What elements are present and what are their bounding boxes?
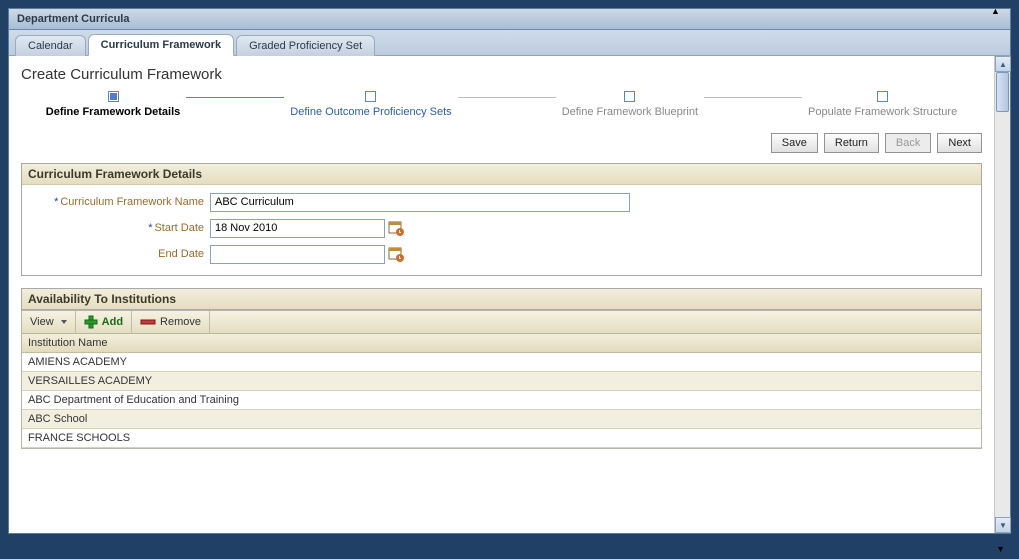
- wizard-connector: [186, 97, 284, 98]
- content-frame: Calendar Curriculum Framework Graded Pro…: [8, 30, 1011, 534]
- add-button[interactable]: Add: [76, 311, 132, 333]
- wizard-step-populate: Populate Framework Structure: [808, 91, 957, 118]
- back-button: Back: [885, 133, 931, 153]
- institutions-grid: Institution Name AMIENS ACADEMY VERSAILL…: [21, 334, 982, 449]
- remove-button[interactable]: Remove: [132, 311, 210, 333]
- wizard-box-icon: [108, 91, 119, 102]
- calendar-icon[interactable]: [387, 245, 405, 263]
- scroll-thumb[interactable]: [996, 72, 1009, 112]
- inner-content: Create Curriculum Framework Define Frame…: [9, 56, 994, 533]
- scroll-down-icon[interactable]: ▼: [995, 517, 1011, 533]
- table-row[interactable]: AMIENS ACADEMY: [22, 353, 981, 372]
- page-title: Create Curriculum Framework: [21, 66, 982, 83]
- wizard-connector: [704, 97, 802, 98]
- availability-panel: Availability To Institutions View Add Re…: [21, 288, 982, 449]
- wizard-box-icon: [877, 91, 888, 102]
- calendar-icon[interactable]: [387, 219, 405, 237]
- availability-panel-header: Availability To Institutions: [21, 288, 982, 310]
- tab-curriculum-framework[interactable]: Curriculum Framework: [88, 34, 234, 56]
- table-row[interactable]: VERSAILLES ACADEMY: [22, 372, 981, 391]
- window-title-bar: Department Curricula: [8, 8, 1011, 30]
- vertical-scrollbar[interactable]: ▲ ▼: [994, 56, 1010, 533]
- details-panel-header: Curriculum Framework Details: [22, 164, 981, 185]
- wizard: Define Framework Details Define Outcome …: [21, 91, 982, 125]
- tab-calendar[interactable]: Calendar: [15, 35, 86, 56]
- end-date-label: End Date: [30, 248, 210, 260]
- wizard-box-icon: [624, 91, 635, 102]
- table-row[interactable]: ABC School: [22, 410, 981, 429]
- details-panel: Curriculum Framework Details *Curriculum…: [21, 163, 982, 276]
- availability-toolbar: View Add Remove: [21, 310, 982, 334]
- tab-graded-proficiency-set[interactable]: Graded Proficiency Set: [236, 35, 375, 56]
- table-row[interactable]: FRANCE SCHOOLS: [22, 429, 981, 448]
- end-date-input[interactable]: [210, 245, 385, 264]
- framework-name-input[interactable]: [210, 193, 630, 212]
- scroll-up-icon[interactable]: ▲: [995, 56, 1011, 72]
- view-menu-button[interactable]: View: [22, 311, 76, 333]
- return-button[interactable]: Return: [824, 133, 879, 153]
- table-row[interactable]: ABC Department of Education and Training: [22, 391, 981, 410]
- save-button[interactable]: Save: [771, 133, 818, 153]
- grid-column-header[interactable]: Institution Name: [22, 334, 981, 353]
- start-date-input[interactable]: [210, 219, 385, 238]
- framework-name-label: *Curriculum Framework Name: [30, 196, 210, 208]
- action-button-row: Save Return Back Next: [21, 133, 982, 153]
- tab-strip: Calendar Curriculum Framework Graded Pro…: [9, 30, 1010, 56]
- wizard-step-details[interactable]: Define Framework Details: [46, 91, 181, 118]
- wizard-box-icon: [365, 91, 376, 102]
- collapse-up-icon[interactable]: [991, 6, 1005, 16]
- wizard-step-blueprint: Define Framework Blueprint: [562, 91, 698, 118]
- wizard-connector: [458, 97, 556, 98]
- window-title: Department Curricula: [17, 13, 129, 25]
- next-button[interactable]: Next: [937, 133, 982, 153]
- start-date-label: *Start Date: [30, 222, 210, 234]
- wizard-step-outcome-sets[interactable]: Define Outcome Proficiency Sets: [290, 91, 451, 118]
- expand-down-icon[interactable]: [996, 544, 1005, 554]
- plus-icon: [84, 315, 98, 329]
- minus-icon: [140, 319, 156, 325]
- scroll-track[interactable]: [995, 72, 1010, 517]
